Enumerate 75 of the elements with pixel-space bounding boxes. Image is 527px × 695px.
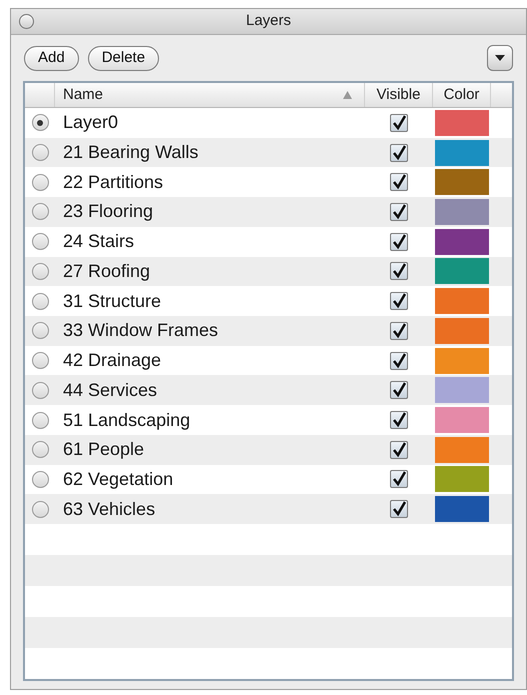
layer-row[interactable]: 63 Vehicles <box>25 494 512 524</box>
checkbox[interactable] <box>390 322 408 340</box>
dropdown-button[interactable] <box>487 45 513 71</box>
color-swatch[interactable] <box>435 258 489 284</box>
radio-button[interactable] <box>32 441 48 458</box>
checkbox[interactable] <box>390 440 408 459</box>
sort-ascending-icon <box>343 90 352 99</box>
checkbox[interactable] <box>390 262 408 280</box>
color-swatch[interactable] <box>435 140 489 166</box>
checkbox[interactable] <box>390 352 408 370</box>
layer-name: Layer0 <box>62 111 120 134</box>
window-title: Layers <box>246 11 292 32</box>
layer-name: 21 Bearing Walls <box>62 141 200 164</box>
color-swatch[interactable] <box>435 348 489 374</box>
layer-name: 31 Structure <box>62 290 162 313</box>
layer-name: 51 Landscaping <box>62 408 192 432</box>
layer-row[interactable]: 23 Flooring <box>25 197 512 227</box>
checkbox[interactable] <box>390 173 408 192</box>
checkbox[interactable] <box>390 114 408 132</box>
layer-name: 44 Services <box>62 378 158 402</box>
radio-button[interactable] <box>32 144 48 162</box>
radio-button[interactable] <box>32 322 48 340</box>
checkbox[interactable] <box>390 381 408 400</box>
checkbox[interactable] <box>390 202 408 221</box>
layer-name: 22 Partitions <box>62 170 164 194</box>
layer-name: 61 People <box>62 438 146 462</box>
color-swatch[interactable] <box>435 407 489 434</box>
radio-button[interactable] <box>32 174 48 191</box>
layer-row[interactable]: 44 Services <box>25 375 512 406</box>
radio-button[interactable] <box>32 500 48 518</box>
column-header[interactable]: Visible <box>376 84 420 106</box>
color-swatch[interactable] <box>435 198 489 225</box>
layer-name: 62 Vegetation <box>62 468 174 491</box>
radio-button[interactable] <box>32 470 48 488</box>
layer-name: 23 Flooring <box>62 200 154 224</box>
layer-name: 33 Window Frames <box>62 319 220 342</box>
color-swatch[interactable] <box>435 436 489 463</box>
checkbox[interactable] <box>390 411 408 430</box>
layer-name: 42 Drainage <box>62 349 162 372</box>
color-swatch[interactable] <box>435 466 489 492</box>
layer-row[interactable]: 27 Roofing <box>25 256 512 286</box>
radio-button[interactable] <box>32 292 48 310</box>
layer-row[interactable]: 61 People <box>25 434 512 465</box>
checkbox[interactable] <box>390 144 408 162</box>
checkbox[interactable] <box>390 470 408 488</box>
color-swatch[interactable] <box>435 288 489 314</box>
layer-row[interactable]: 42 Drainage <box>25 346 512 376</box>
color-swatch[interactable] <box>435 496 489 522</box>
radio-button[interactable] <box>32 114 48 132</box>
checkbox[interactable] <box>390 292 408 310</box>
radio-button[interactable] <box>32 352 48 370</box>
radio-button[interactable] <box>32 203 48 220</box>
color-swatch[interactable] <box>435 228 489 255</box>
radio-button[interactable] <box>32 233 48 250</box>
layer-row[interactable]: 21 Bearing Walls <box>25 138 512 168</box>
radio-button[interactable] <box>32 262 48 280</box>
layer-row[interactable]: 62 Vegetation <box>25 464 512 494</box>
layer-row[interactable]: 33 Window Frames <box>25 316 512 346</box>
color-swatch[interactable] <box>435 377 489 404</box>
checkbox[interactable] <box>390 500 408 518</box>
toolbar-button[interactable]: Add <box>24 46 79 70</box>
color-swatch[interactable] <box>435 318 489 344</box>
column-header[interactable]: Name <box>63 84 104 106</box>
layer-name: 24 Stairs <box>62 230 136 254</box>
close-button[interactable] <box>19 14 34 29</box>
color-swatch[interactable] <box>435 169 489 196</box>
layer-name: 63 Vehicles <box>62 498 156 521</box>
toolbar-button[interactable]: Delete <box>88 46 160 70</box>
layer-name: 27 Roofing <box>62 260 152 283</box>
radio-button[interactable] <box>32 412 48 429</box>
checkbox[interactable] <box>390 232 408 251</box>
caret-icon <box>495 55 505 61</box>
color-swatch[interactable] <box>435 110 489 136</box>
radio-button[interactable] <box>32 382 48 399</box>
column-header[interactable]: Color <box>444 84 480 106</box>
